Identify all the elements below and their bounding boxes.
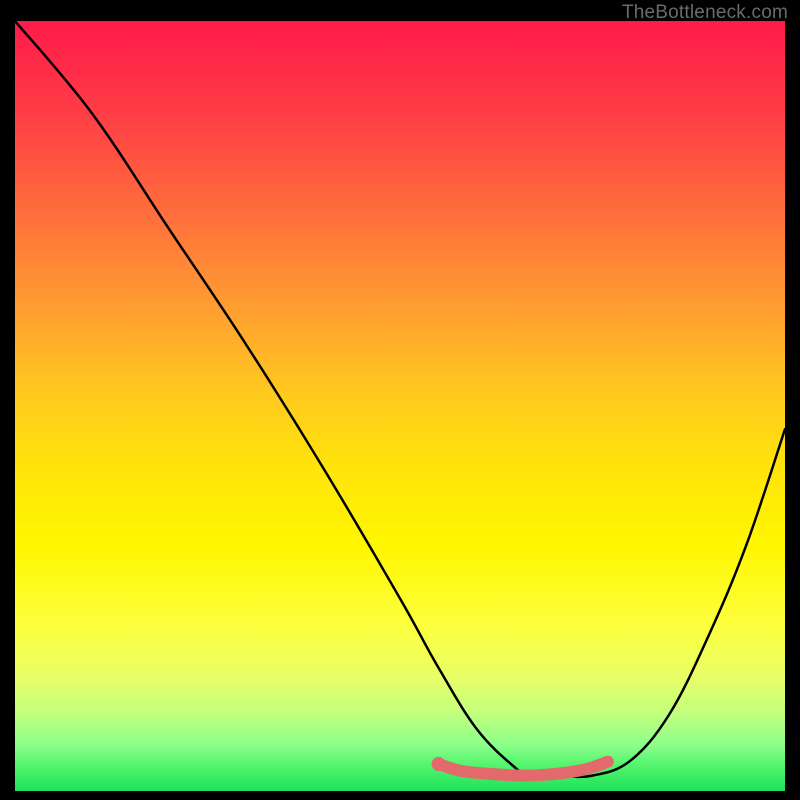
chart-stage: TheBottleneck.com — [0, 0, 800, 800]
curve-layer — [15, 21, 785, 791]
highlight-curve — [439, 762, 608, 776]
plot-area — [15, 21, 785, 791]
highlight-marker — [432, 757, 446, 771]
main-curve — [15, 21, 785, 777]
